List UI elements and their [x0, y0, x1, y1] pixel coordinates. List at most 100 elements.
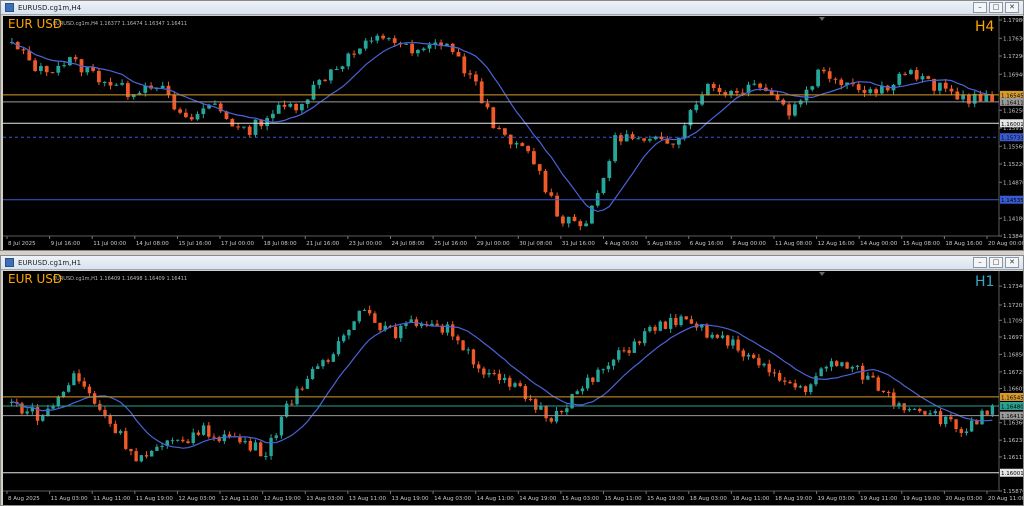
candle-bullish	[694, 104, 699, 111]
candle-bullish	[150, 450, 154, 457]
candle-bullish	[565, 408, 569, 413]
candle-bullish	[427, 44, 432, 49]
candle-bearish	[549, 418, 553, 422]
candle-bearish	[741, 350, 745, 357]
x-tick-label: 15 Aug 19:00	[647, 496, 685, 502]
minimize-button[interactable]: –	[973, 257, 987, 268]
candle-bullish	[928, 413, 932, 415]
candle-bearish	[717, 87, 722, 93]
x-tick-label: 14 Jul 08:00	[136, 241, 169, 247]
candle-bullish	[840, 362, 844, 366]
candle-bearish	[259, 442, 263, 457]
chart-background	[3, 16, 1023, 250]
symbol-label: EUR USD	[8, 17, 62, 31]
candle-bearish	[450, 43, 455, 53]
candle-bearish	[134, 451, 138, 462]
close-button[interactable]: ✕	[1005, 257, 1019, 268]
candle-bearish	[954, 419, 958, 429]
candle-bearish	[959, 428, 963, 434]
close-button[interactable]: ✕	[1005, 2, 1019, 13]
x-tick-label: 5 Aug 08:00	[647, 241, 681, 247]
candle-bullish	[305, 378, 310, 389]
candle-bullish	[357, 310, 361, 322]
candle-bearish	[642, 138, 646, 141]
candle-bullish	[340, 66, 345, 69]
candle-bearish	[839, 79, 844, 86]
candle-bullish	[51, 406, 55, 409]
candle-bearish	[461, 340, 465, 351]
candle-bearish	[902, 403, 906, 411]
candle-bullish	[137, 92, 142, 95]
candle-bearish	[835, 361, 839, 366]
x-tick-label: 12 Aug 19:00	[264, 496, 302, 502]
candle-bullish	[369, 40, 374, 42]
candle-bullish	[253, 442, 258, 451]
candle-bullish	[648, 139, 652, 141]
ohlc-header: EURUSD.cg1m,H4 1.16377 1.16474 1.16347 1…	[53, 21, 187, 27]
x-tick-label: 20 Aug 03:00	[945, 496, 983, 502]
candle-bearish	[793, 383, 797, 388]
x-tick-label: 11 Jul 00:00	[93, 241, 126, 247]
candle-bullish	[866, 375, 870, 380]
candle-bearish	[482, 368, 486, 375]
candle-bullish	[819, 368, 823, 377]
candle-bullish	[160, 445, 164, 447]
maximize-button[interactable]: □	[989, 2, 1003, 13]
candle-bullish	[175, 439, 180, 441]
candle-bearish	[827, 71, 832, 79]
candle-bearish	[378, 322, 382, 331]
candle-bearish	[736, 339, 740, 351]
candle-bullish	[300, 104, 304, 111]
candle-bearish	[715, 334, 720, 338]
timeframe-label: H4	[975, 19, 995, 35]
x-tick-label: 21 Jul 16:00	[306, 241, 339, 247]
window-titlebar[interactable]: EURUSD.cg1m,H4 – □ ✕	[1, 1, 1023, 15]
candle-bullish	[907, 409, 912, 411]
maximize-button[interactable]: □	[989, 257, 1003, 268]
window-titlebar[interactable]: EURUSD.cg1m,H1 – □ ✕	[1, 256, 1023, 270]
candle-bearish	[619, 135, 623, 142]
candle-bearish	[955, 91, 960, 100]
price-chart-area[interactable]: 1.16545 1.16411 1.16001 1.15733 1.14535 1.179…	[3, 16, 1023, 250]
candle-bearish	[373, 313, 377, 323]
candle-bearish	[113, 423, 118, 434]
candle-bearish	[578, 221, 583, 227]
candle-bullish	[658, 321, 662, 331]
candle-bearish	[803, 386, 808, 393]
candle-bullish	[601, 369, 605, 371]
candlestick-chart-h4[interactable]: 1.165451.164111.160011.157331.145351.179…	[3, 16, 1023, 250]
candle-bullish	[41, 415, 45, 421]
x-tick-label: 18 Aug 19:00	[775, 496, 813, 502]
price-chart-area[interactable]: 1.16545 1.16480 1.16411 1.16001 1.17340 1.172…	[3, 271, 1023, 505]
candle-bullish	[68, 57, 72, 66]
x-tick-label: 13 Aug 19:00	[391, 496, 429, 502]
minimize-button[interactable]: –	[973, 2, 987, 13]
y-tick-label: 1.17290	[1003, 54, 1023, 60]
candle-bullish	[242, 126, 246, 128]
candle-bullish	[445, 324, 450, 333]
candle-bearish	[534, 399, 538, 410]
y-tick-label: 1.14180	[1003, 216, 1023, 222]
y-tick-label: 1.15560	[1003, 144, 1023, 150]
candle-bullish	[679, 316, 683, 326]
candle-bearish	[943, 82, 948, 89]
candle-bullish	[933, 411, 938, 414]
candle-bearish	[184, 112, 188, 118]
candle-bearish	[186, 441, 190, 444]
x-tick-label: 25 Jul 16:00	[434, 241, 467, 247]
x-tick-label: 31 Jul 16:00	[562, 241, 595, 247]
y-tick-label: 1.16235	[1003, 438, 1023, 444]
chart-background	[3, 271, 1023, 505]
candlestick-chart-h1[interactable]: 1.16545 1.16480 1.16411 1.16001 1.17340 1.172…	[3, 271, 1023, 505]
candle-bearish	[549, 192, 554, 196]
y-tick-label: 1.17095	[1003, 318, 1023, 324]
candle-bearish	[479, 81, 484, 104]
candle-bearish	[874, 89, 878, 94]
y-tick-label: 1.14870	[1003, 180, 1023, 186]
candle-bullish	[720, 335, 725, 338]
candle-bullish	[824, 366, 829, 369]
x-tick-label: 11 Aug 11:00	[93, 496, 131, 502]
candle-bearish	[248, 440, 252, 451]
candle-bearish	[772, 372, 777, 374]
y-tick-label: 1.16725	[1003, 370, 1023, 376]
